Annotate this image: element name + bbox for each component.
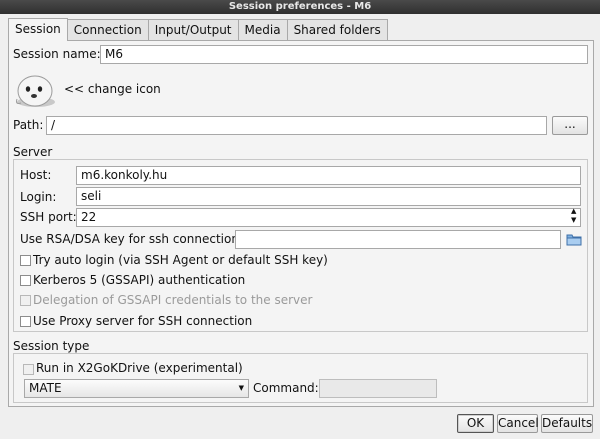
tab-media[interactable]: Media (237, 19, 288, 40)
delegation-checkbox (20, 295, 31, 306)
rsa-key-label: Use RSA/DSA key for ssh connection: (20, 232, 243, 246)
host-label: Host: (20, 168, 52, 182)
change-icon-label[interactable]: << change icon (64, 81, 161, 97)
run-x2gokdrive-checkbox[interactable] (23, 364, 34, 375)
delegation-label: Delegation of GSSAPI credentials to the … (33, 293, 313, 307)
rsa-key-input[interactable] (235, 230, 561, 249)
browse-path-button[interactable]: ... (552, 116, 588, 135)
ssh-port-spinbox[interactable]: 22 (76, 208, 581, 227)
cancel-button[interactable]: Cancel (497, 414, 539, 433)
window-title: Session preferences - M6 (0, 0, 600, 14)
ok-button[interactable]: OK (457, 414, 494, 433)
spin-up-icon[interactable]: ▲ (571, 207, 576, 216)
session-name-label: Session name: (13, 47, 101, 61)
host-input[interactable]: m6.konkoly.hu (76, 166, 581, 185)
kerberos-checkbox[interactable] (20, 275, 31, 286)
auto-login-checkbox[interactable] (20, 255, 31, 266)
session-name-input[interactable]: M6 (100, 45, 588, 64)
run-x2gokdrive-label[interactable]: Run in X2GoKDrive (experimental) (36, 360, 243, 376)
session-type-value: MATE (29, 381, 62, 395)
kerberos-label[interactable]: Kerberos 5 (GSSAPI) authentication (33, 272, 245, 288)
session-type-group-label: Session type (13, 339, 90, 353)
login-label: Login: (20, 190, 57, 204)
open-folder-icon[interactable] (566, 231, 582, 247)
proxy-checkbox[interactable] (20, 316, 31, 327)
path-label: Path: (13, 118, 44, 132)
chevron-down-icon: ▼ (238, 384, 244, 392)
session-tab-panel: Session name: M6 << change icon Path: / … (8, 40, 594, 407)
proxy-label[interactable]: Use Proxy server for SSH connection (33, 313, 252, 329)
tab-connection[interactable]: Connection (66, 19, 149, 40)
command-input (319, 379, 437, 398)
path-input[interactable]: / (46, 116, 547, 135)
command-label: Command: (253, 381, 319, 395)
login-input[interactable]: seli (76, 187, 581, 206)
spin-down-icon[interactable]: ▼ (571, 216, 576, 225)
defaults-button[interactable]: Defaults (541, 414, 593, 433)
server-group-label: Server (13, 145, 53, 159)
session-type-select[interactable]: MATE ▼ (24, 379, 249, 398)
tab-shared-folders[interactable]: Shared folders (286, 19, 388, 40)
session-icon[interactable] (13, 69, 59, 109)
tab-bar: Session Connection Input/Output Media Sh… (8, 18, 388, 41)
tab-session[interactable]: Session (8, 18, 68, 41)
ssh-port-label: SSH port: (20, 210, 77, 224)
seal-icon (16, 75, 55, 107)
auto-login-label[interactable]: Try auto login (via SSH Agent or default… (33, 252, 328, 268)
tab-input-output[interactable]: Input/Output (147, 19, 239, 40)
